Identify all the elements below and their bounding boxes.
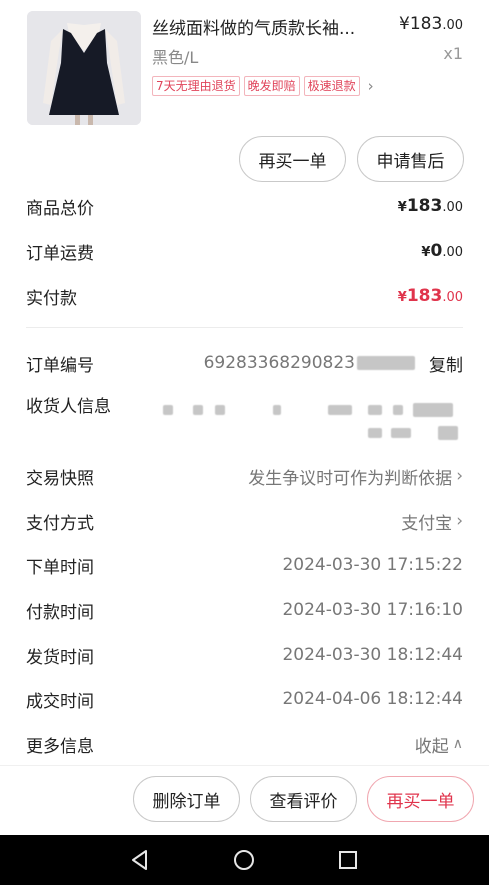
redacted-block — [368, 428, 382, 438]
order-number-value: 69283368290823 复制 — [204, 351, 463, 376]
chevron-right-icon[interactable]: › — [368, 77, 374, 95]
receiver-label: 收货人信息 — [26, 397, 111, 417]
ship-time-value: 2024-03-30 18:12:44 — [282, 645, 463, 665]
back-icon[interactable] — [128, 848, 152, 872]
redacted-block — [273, 405, 281, 415]
shipping-label: 订单运费 — [26, 243, 94, 264]
deal-time-row: 成交时间 2024-04-06 18:12:44 — [26, 684, 463, 714]
order-time-value: 2024-03-30 17:15:22 — [282, 555, 463, 575]
deal-time-label: 成交时间 — [26, 691, 94, 712]
snapshot-value[interactable]: 发生争议时可作为判断依据 › — [248, 464, 463, 489]
recents-icon[interactable] — [336, 848, 360, 872]
product-price-main: ¥183 — [399, 14, 443, 34]
redacted-block — [413, 403, 453, 417]
order-time-label: 下单时间 — [26, 557, 94, 578]
service-tags[interactable]: 7天无理由退货 晚发即赔 极速退款 › — [152, 76, 374, 96]
chevron-up-icon: ∧ — [452, 736, 463, 752]
product-quantity: x1 — [443, 44, 463, 63]
receiver-redacted — [163, 392, 463, 444]
collapse-toggle[interactable]: 收起 ∧ — [415, 732, 463, 757]
goods-total-cents: .00 — [442, 200, 463, 215]
paid-value: ¥183.00 — [398, 286, 463, 306]
paid-cents: .00 — [442, 290, 463, 305]
product-price: ¥183.00 — [399, 14, 463, 34]
order-number-row: 订单编号 69283368290823 复制 — [26, 348, 463, 378]
goods-total-value: ¥183.00 — [398, 196, 463, 216]
ship-time-row: 发货时间 2024-03-30 18:12:44 — [26, 640, 463, 670]
payment-row[interactable]: 支付方式 支付宝 › — [26, 506, 463, 536]
divider — [26, 327, 463, 328]
shipping-row: 订单运费 ¥0.00 — [26, 236, 463, 266]
tag-return-7day: 7天无理由退货 — [152, 76, 240, 96]
chevron-right-icon: › — [456, 511, 463, 531]
product-thumbnail[interactable] — [27, 11, 141, 125]
redacted-block — [163, 405, 173, 415]
redacted-block — [391, 428, 411, 438]
snapshot-text: 发生争议时可作为判断依据 — [248, 468, 453, 489]
bottom-action-bar: 删除订单 查看评价 再买一单 — [0, 765, 489, 835]
collapse-text: 收起 — [414, 736, 449, 757]
currency-symbol: ¥ — [397, 290, 407, 305]
redacted-block — [328, 405, 352, 415]
snapshot-label: 交易快照 — [26, 468, 94, 489]
product-name[interactable]: 丝绒面料做的气质款长袖... — [152, 14, 382, 39]
product-card[interactable]: 丝绒面料做的气质款长袖... ¥183.00 黑色/L x1 7天无理由退货 晚… — [0, 0, 489, 132]
paid-row: 实付款 ¥183.00 — [26, 281, 463, 311]
payment-value[interactable]: 支付宝 › — [401, 509, 463, 534]
currency-symbol: ¥ — [397, 200, 407, 215]
paid-label: 实付款 — [26, 288, 77, 309]
redacted-block — [357, 356, 415, 370]
tag-fast-refund: 极速退款 — [303, 76, 360, 96]
shipping-value: ¥0.00 — [421, 241, 463, 261]
payment-label: 支付方式 — [26, 513, 94, 534]
payment-text: 支付宝 — [401, 513, 453, 534]
more-info-label: 更多信息 — [26, 736, 94, 757]
receiver-row: 收货人信息 — [26, 392, 463, 440]
goods-total-label: 商品总价 — [26, 198, 94, 219]
home-icon[interactable] — [232, 848, 256, 872]
deal-time-value: 2024-04-06 18:12:44 — [282, 689, 463, 709]
copy-button[interactable]: 复制 — [429, 351, 463, 376]
dress-image — [27, 11, 141, 125]
chevron-right-icon: › — [456, 466, 463, 486]
buy-again-bottom-button[interactable]: 再买一单 — [367, 776, 474, 822]
order-number-label: 订单编号 — [26, 355, 94, 376]
buy-again-button[interactable]: 再买一单 — [239, 136, 346, 182]
redacted-block — [438, 426, 458, 440]
order-number-text: 69283368290823 — [203, 353, 355, 373]
redacted-block — [193, 405, 203, 415]
order-time-row: 下单时间 2024-03-30 17:15:22 — [26, 550, 463, 580]
shipping-cents: .00 — [442, 245, 463, 260]
pay-time-value: 2024-03-30 17:16:10 — [282, 600, 463, 620]
view-review-button[interactable]: 查看评价 — [250, 776, 357, 822]
more-info-row[interactable]: 更多信息 收起 ∧ — [26, 729, 463, 759]
snapshot-row[interactable]: 交易快照 发生争议时可作为判断依据 › — [26, 461, 463, 491]
after-sales-button[interactable]: 申请售后 — [357, 136, 464, 182]
pay-time-row: 付款时间 2024-03-30 17:16:10 — [26, 595, 463, 625]
redacted-block — [215, 405, 225, 415]
goods-total-row: 商品总价 ¥183.00 — [26, 191, 463, 221]
redacted-block — [393, 405, 403, 415]
pay-time-label: 付款时间 — [26, 602, 94, 623]
redacted-block — [368, 405, 382, 415]
product-variant: 黑色/L — [152, 48, 199, 67]
tag-late-ship-compensation: 晚发即赔 — [243, 76, 300, 96]
system-nav-bar — [0, 835, 489, 885]
ship-time-label: 发货时间 — [26, 647, 94, 668]
product-price-cents: .00 — [442, 18, 463, 33]
goods-total-main: 183 — [406, 196, 443, 216]
delete-order-button[interactable]: 删除订单 — [133, 776, 240, 822]
paid-main: 183 — [406, 286, 443, 306]
shipping-main: 0 — [430, 241, 443, 261]
